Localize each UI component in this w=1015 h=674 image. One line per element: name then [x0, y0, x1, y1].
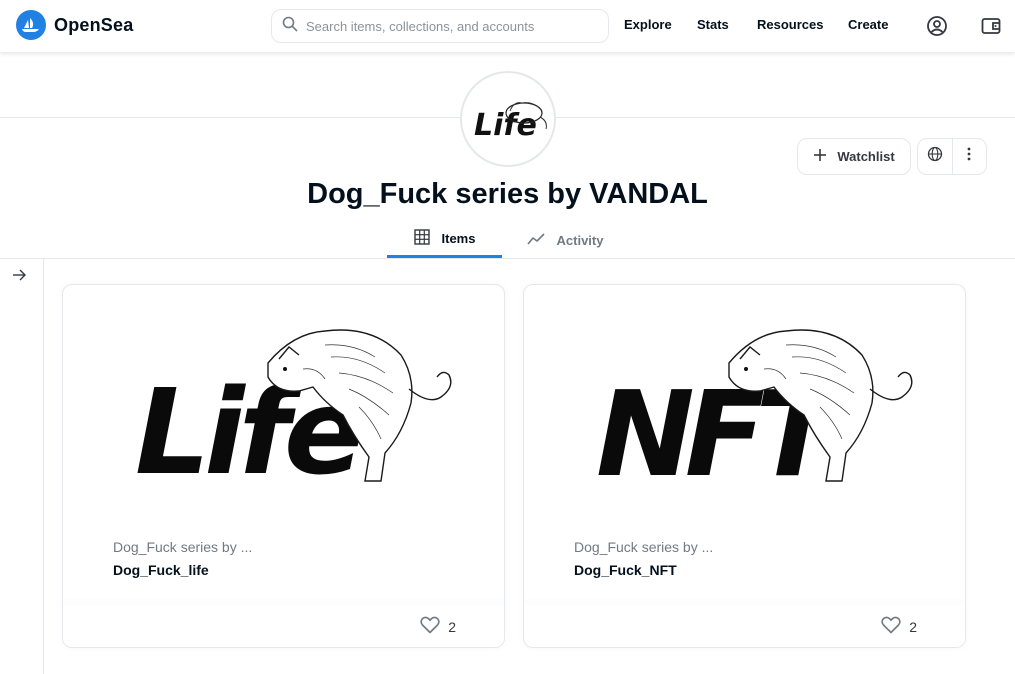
nav-link-resources[interactable]: Resources	[757, 17, 823, 32]
item-footer: 2	[63, 599, 504, 647]
watchlist-button[interactable]: Watchlist	[797, 138, 911, 175]
watchlist-label: Watchlist	[837, 149, 895, 164]
collection-title: Dog_Fuck series by VANDAL	[307, 178, 708, 210]
search-input[interactable]	[306, 18, 596, 34]
heart-icon[interactable]	[420, 616, 440, 639]
activity-chart-icon	[526, 232, 545, 249]
expand-filters-arrow-icon[interactable]	[11, 267, 27, 288]
tab-activity-label: Activity	[556, 232, 604, 248]
tabs-divider	[0, 258, 1015, 259]
logo-text: OpenSea	[54, 14, 134, 35]
plus-icon	[813, 148, 827, 165]
tab-activity[interactable]: Activity	[520, 222, 610, 258]
globe-icon	[927, 146, 943, 167]
more-vertical-icon	[961, 146, 977, 167]
like-count: 2	[909, 619, 917, 635]
item-name[interactable]: Dog_Fuck_NFT	[574, 562, 713, 578]
item-card[interactable]: NFT Dog_Fuck series by ... Dog_Fuck_NFT …	[523, 284, 966, 648]
item-info: Dog_Fuck series by ... Dog_Fuck_life	[113, 539, 252, 578]
heart-icon[interactable]	[881, 616, 901, 639]
collection-avatar: Life	[460, 71, 556, 167]
search-icon	[282, 16, 298, 37]
nav-link-create[interactable]: Create	[848, 17, 888, 32]
item-name[interactable]: Dog_Fuck_life	[113, 562, 252, 578]
like-count: 2	[448, 619, 456, 635]
tab-items-label: Items	[441, 231, 476, 246]
nav-link-stats[interactable]: Stats	[697, 17, 729, 32]
grid-icon	[413, 229, 430, 248]
item-image[interactable]: NFT	[524, 285, 965, 515]
item-collection-name[interactable]: Dog_Fuck series by ...	[113, 539, 252, 555]
account-icon[interactable]	[925, 14, 949, 38]
opensea-logo[interactable]: OpenSea	[16, 10, 133, 40]
item-collection-name[interactable]: Dog_Fuck series by ...	[574, 539, 713, 555]
top-navbar: OpenSea Explore Stats Resources Create	[0, 0, 1015, 52]
website-button[interactable]	[918, 139, 952, 174]
filter-sidebar-collapsed	[0, 259, 44, 674]
tab-items[interactable]: Items	[387, 222, 502, 258]
item-footer: 2	[524, 599, 965, 647]
more-options-button[interactable]	[951, 139, 986, 174]
item-image[interactable]: Life	[63, 285, 504, 515]
wallet-icon[interactable]	[979, 14, 1003, 38]
item-info: Dog_Fuck series by ... Dog_Fuck_NFT	[574, 539, 713, 578]
opensea-logo-icon	[16, 10, 46, 40]
item-card[interactable]: Life Dog_Fuck series by ... Dog_Fuck_lif…	[62, 284, 505, 648]
search-bar[interactable]	[271, 9, 609, 43]
collection-actions	[917, 138, 987, 175]
nav-link-explore[interactable]: Explore	[624, 17, 672, 32]
